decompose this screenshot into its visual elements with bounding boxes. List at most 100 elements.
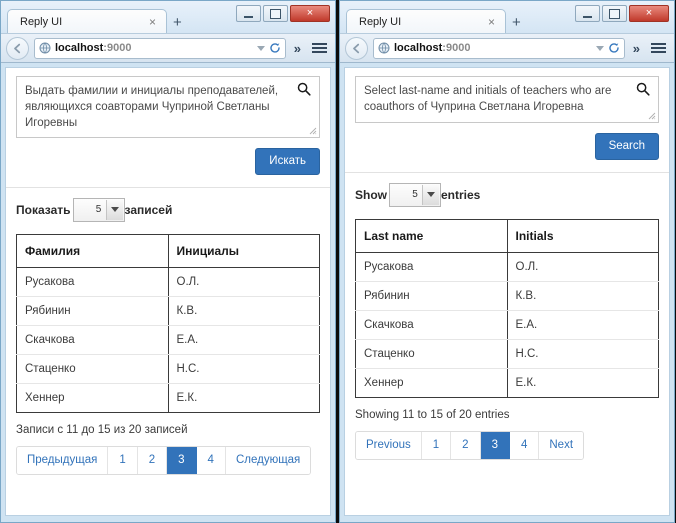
browser-tab[interactable]: Reply UI × bbox=[7, 9, 167, 33]
minimize-button[interactable] bbox=[575, 5, 600, 22]
overflow-chevrons-icon[interactable]: » bbox=[291, 41, 304, 56]
table-row[interactable]: Скачкова Е.А. bbox=[16, 325, 320, 355]
tab-close-icon[interactable]: × bbox=[484, 16, 499, 28]
new-tab-button[interactable]: + bbox=[512, 15, 521, 30]
maximize-button[interactable] bbox=[602, 5, 627, 22]
minimize-icon bbox=[583, 15, 592, 18]
length-menu-prefix: Показать bbox=[16, 202, 71, 217]
close-window-button[interactable]: × bbox=[290, 5, 330, 22]
new-tab-button[interactable]: + bbox=[173, 15, 182, 30]
results-table: Last name Initials Русакова О.Л. Рябинин К… bbox=[355, 218, 659, 398]
navigation-toolbar: localhost:9000 » bbox=[1, 33, 335, 63]
results-section: Show 5 entries Last name Initials Русако… bbox=[345, 173, 669, 515]
url-bar[interactable]: localhost:9000 bbox=[373, 37, 625, 59]
cell-lastname: Хеннер bbox=[355, 368, 508, 398]
maximize-button[interactable] bbox=[263, 5, 288, 22]
table-row[interactable]: Хеннер Е.К. bbox=[16, 383, 320, 413]
close-window-button[interactable]: × bbox=[629, 5, 669, 22]
column-header-lastname[interactable]: Фамилия bbox=[16, 234, 169, 268]
pagination-page-2[interactable]: 2 bbox=[451, 431, 481, 459]
column-header-initials[interactable]: Инициалы bbox=[168, 234, 320, 268]
table-row[interactable]: Рябинин К.В. bbox=[16, 296, 320, 326]
cell-initials: Е.К. bbox=[168, 383, 320, 413]
table-row[interactable]: Рябинин К.В. bbox=[355, 281, 659, 311]
reload-icon bbox=[270, 43, 280, 53]
cell-initials: О.Л. bbox=[507, 252, 659, 282]
query-textarea[interactable]: Select last-name and initials of teacher… bbox=[355, 76, 659, 123]
cell-initials: Н.С. bbox=[507, 339, 659, 369]
url-bar[interactable]: localhost:9000 bbox=[34, 37, 286, 59]
pagination-page-3[interactable]: 3 bbox=[480, 431, 510, 459]
browser-tab[interactable]: Reply UI × bbox=[346, 9, 506, 33]
pagination-wrap: Предыдущая 1 2 3 4 Следующая bbox=[16, 445, 320, 475]
globe-favicon-icon bbox=[39, 42, 51, 54]
cell-initials: К.В. bbox=[168, 296, 320, 326]
length-menu: Показать 5 записей bbox=[16, 197, 320, 222]
cell-lastname: Стаценко bbox=[16, 354, 169, 384]
url-dropdown-icon[interactable] bbox=[595, 45, 604, 51]
search-button-row: Search bbox=[355, 123, 659, 172]
resize-grip-icon[interactable] bbox=[309, 127, 317, 135]
navigation-toolbar: localhost:9000 » bbox=[340, 33, 674, 63]
cell-initials: Е.А. bbox=[168, 325, 320, 355]
pagination-page-3[interactable]: 3 bbox=[167, 446, 197, 474]
window-controls: × bbox=[575, 5, 669, 22]
entries-per-page-select[interactable]: 5 bbox=[389, 182, 441, 207]
pagination: Previous 1 2 3 4 Next bbox=[355, 430, 585, 460]
url-text: localhost:9000 bbox=[55, 42, 253, 54]
table-row[interactable]: Стаценко Н.С. bbox=[355, 339, 659, 369]
table-row[interactable]: Скачкова Е.А. bbox=[355, 310, 659, 340]
maximize-icon bbox=[270, 8, 281, 19]
resize-grip-icon[interactable] bbox=[648, 112, 656, 120]
url-port: :9000 bbox=[103, 42, 132, 54]
query-text: Select last-name and initials of teacher… bbox=[364, 85, 615, 113]
tab-close-icon[interactable]: × bbox=[145, 16, 160, 28]
hamburger-menu-icon[interactable] bbox=[648, 43, 669, 53]
url-dropdown-icon[interactable] bbox=[256, 45, 265, 51]
pagination-page-1[interactable]: 1 bbox=[421, 431, 452, 459]
search-icon[interactable] bbox=[636, 82, 650, 96]
url-text: localhost:9000 bbox=[394, 42, 592, 54]
length-menu-suffix: записей bbox=[124, 202, 173, 217]
reload-button[interactable] bbox=[608, 42, 620, 54]
overflow-chevrons-icon[interactable]: » bbox=[630, 41, 643, 56]
pagination-page-4[interactable]: 4 bbox=[509, 431, 540, 459]
table-row[interactable]: Хеннер Е.К. bbox=[355, 368, 659, 398]
pagination-previous[interactable]: Предыдущая bbox=[17, 446, 109, 474]
table-info: Showing 11 to 15 of 20 entries bbox=[355, 408, 510, 421]
pagination-page-2[interactable]: 2 bbox=[137, 446, 168, 474]
table-info: Записи с 11 до 15 из 20 записей bbox=[16, 423, 188, 436]
hamburger-menu-icon[interactable] bbox=[309, 43, 330, 53]
column-header-initials[interactable]: Initials bbox=[507, 219, 659, 253]
table-row[interactable]: Стаценко Н.С. bbox=[16, 354, 320, 384]
table-row[interactable]: Русакова О.Л. bbox=[16, 267, 320, 297]
url-host: localhost bbox=[55, 42, 104, 54]
chevron-down-icon bbox=[422, 184, 439, 205]
query-textarea[interactable]: Выдать фамилии и инициалы преподавателей… bbox=[16, 76, 320, 138]
pagination-page-1[interactable]: 1 bbox=[108, 446, 138, 474]
back-button[interactable] bbox=[345, 36, 368, 60]
search-button-row: Искать bbox=[16, 138, 320, 187]
pagination-page-4[interactable]: 4 bbox=[196, 446, 226, 474]
column-header-lastname[interactable]: Last name bbox=[355, 219, 508, 253]
pagination-previous[interactable]: Previous bbox=[356, 431, 422, 459]
entries-per-page-value: 5 bbox=[95, 204, 102, 216]
search-button[interactable]: Искать bbox=[255, 148, 320, 175]
pagination-next[interactable]: Следующая bbox=[225, 446, 311, 474]
cell-lastname: Стаценко bbox=[355, 339, 508, 369]
entries-per-page-value: 5 bbox=[412, 189, 418, 201]
page-content: Выдать фамилии и инициалы преподавателей… bbox=[5, 67, 331, 516]
pagination-next[interactable]: Next bbox=[539, 431, 584, 459]
back-arrow-icon bbox=[14, 43, 21, 53]
cell-initials: Е.А. bbox=[507, 310, 659, 340]
back-button[interactable] bbox=[6, 36, 29, 60]
entries-per-page-select[interactable]: 5 bbox=[72, 197, 125, 222]
query-text: Выдать фамилии и инициалы преподавателей… bbox=[25, 85, 282, 129]
page-content: Select last-name and initials of teacher… bbox=[344, 67, 670, 516]
minimize-button[interactable] bbox=[236, 5, 261, 22]
search-button[interactable]: Search bbox=[594, 133, 659, 160]
length-menu-suffix: entries bbox=[441, 187, 481, 202]
table-row[interactable]: Русакова О.Л. bbox=[355, 252, 659, 282]
reload-button[interactable] bbox=[269, 42, 281, 54]
search-icon[interactable] bbox=[297, 82, 311, 96]
